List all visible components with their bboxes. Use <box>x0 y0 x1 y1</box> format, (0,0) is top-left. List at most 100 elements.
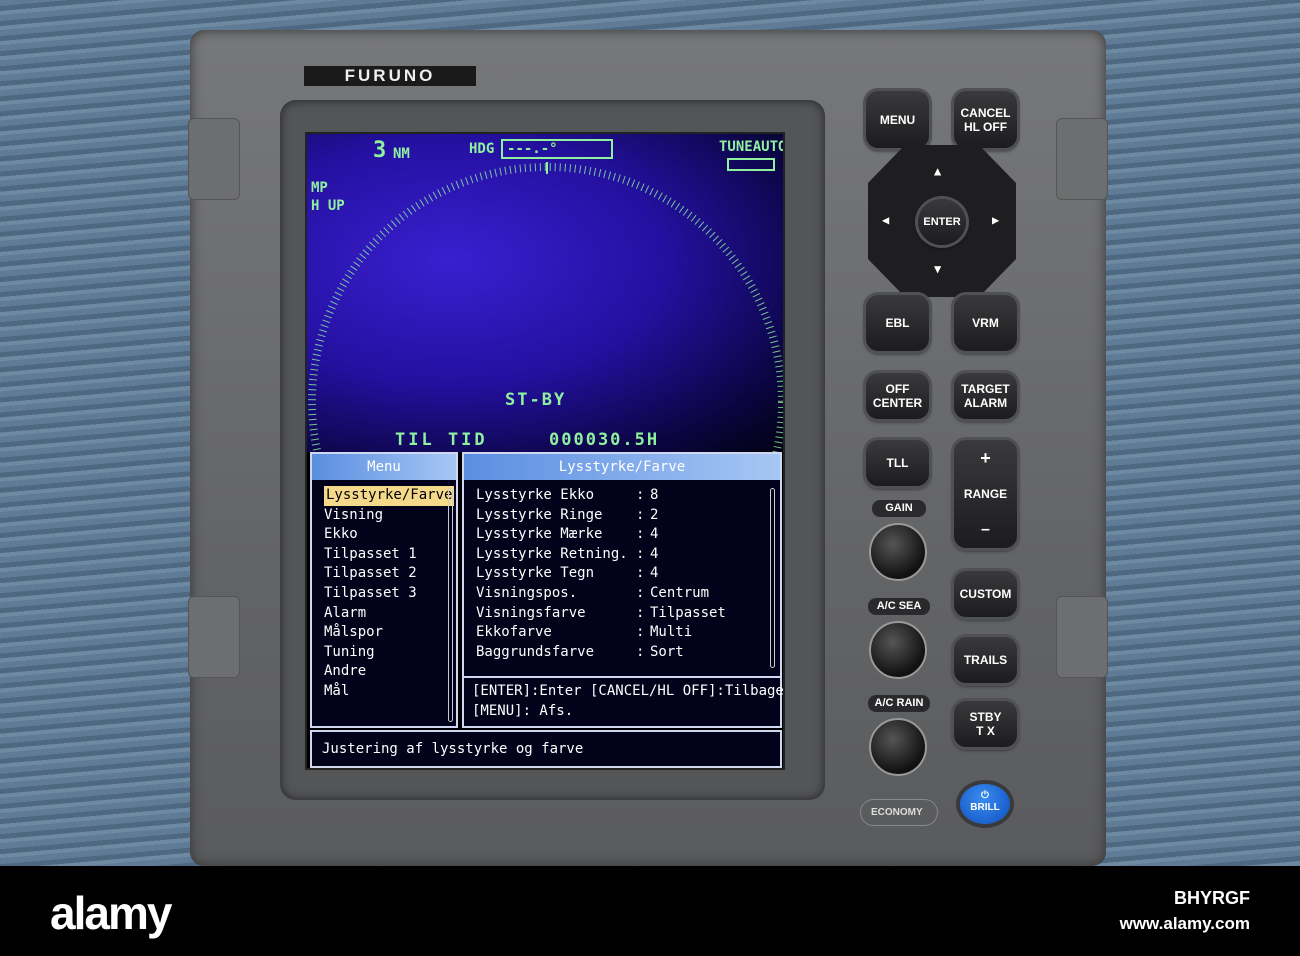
menu-item[interactable]: Tuning <box>324 643 456 663</box>
submenu-title: Lysstyrke/Farve <box>464 454 780 480</box>
menu-panel: Menu Lysstyrke/Farve Visning Ekko Tilpasset… <box>310 452 458 728</box>
setting-row[interactable]: Lysstyrke Tegn:4 <box>476 564 780 584</box>
hl-off-label: HL OFF <box>963 119 1008 134</box>
menu-item[interactable]: Tilpasset 1 <box>324 545 456 565</box>
menu-item[interactable]: Tilpasset 2 <box>324 564 456 584</box>
menu-item[interactable]: Andre <box>324 662 456 682</box>
tx-label: T X <box>976 724 995 738</box>
mode-mp: MP <box>311 180 328 196</box>
setting-row[interactable]: Ekkofarve: Multi <box>476 623 780 643</box>
radar-display: 3 NM MP H UP HDG ---.-° TUNEAUTO ST-BY T… <box>307 134 785 452</box>
setting-value: 4 <box>650 565 659 582</box>
off-center-button[interactable]: OFF CENTER <box>866 373 929 419</box>
setting-value: 8 <box>650 487 659 503</box>
setting-value: 4 <box>650 545 659 562</box>
menu-item-label: Ekko <box>324 526 358 543</box>
bracket-tab <box>188 596 240 678</box>
menu-item[interactable]: Ekko <box>324 525 456 545</box>
brill-label: BRILL <box>970 802 1000 813</box>
ebl-button[interactable]: EBL <box>866 295 929 351</box>
menu-item[interactable]: Mål <box>324 682 456 702</box>
stby-label: STBY <box>969 710 1002 724</box>
menu-item-label: Alarm <box>324 604 367 621</box>
tll-button[interactable]: TLL <box>866 440 929 486</box>
heading-mode: H UP <box>311 198 345 214</box>
setting-row[interactable]: Visningspos.: Centrum <box>476 584 780 604</box>
setting-label: Lysstyrke Ekko <box>476 487 595 503</box>
timer-label: TIL TID <box>395 430 488 450</box>
menu-scrollbar[interactable] <box>448 488 453 722</box>
setting-value: Sort <box>650 643 684 660</box>
ac-rain-knob[interactable] <box>869 718 927 776</box>
submenu-scrollbar[interactable] <box>770 488 775 668</box>
setting-label: Lysstyrke Tegn <box>476 565 595 582</box>
menu-item-label: Andre <box>324 663 367 680</box>
range-button[interactable]: + RANGE – <box>954 440 1017 548</box>
ac-sea-knob[interactable] <box>869 621 927 679</box>
economy-indicator: ECONOMY <box>860 799 938 826</box>
menu-item-label: Tuning <box>324 643 375 660</box>
separator: : <box>636 545 645 562</box>
setting-value: Tilpasset <box>650 604 726 621</box>
setting-label: Baggrundsfarve <box>476 643 595 660</box>
setting-value: Multi <box>650 624 693 641</box>
range-unit: NM <box>393 146 410 162</box>
target-alarm-button[interactable]: TARGET ALARM <box>954 373 1017 419</box>
menu-item-label: Tilpasset 3 <box>324 584 417 601</box>
tune-mode: TUNEAUTO <box>719 139 785 155</box>
setting-row[interactable]: Visningsfarve: Tilpasset <box>476 604 780 624</box>
gain-knob[interactable] <box>869 523 927 581</box>
arrow-down-icon[interactable]: ▼ <box>934 262 941 276</box>
menu-item-label: Målspor <box>324 624 384 641</box>
center-label: CENTER <box>872 396 923 410</box>
power-icon: ⏻ <box>981 790 989 801</box>
setting-label: Visningsfarve <box>476 604 586 621</box>
separator: : <box>636 506 645 523</box>
arrow-up-icon[interactable]: ▲ <box>934 164 941 178</box>
setting-label: Ekkofarve <box>476 624 552 641</box>
off-label: OFF <box>885 382 910 396</box>
timer-value: 000030.5H <box>549 430 660 450</box>
separator: : <box>636 604 645 621</box>
setting-row[interactable]: Lysstyrke Ringe:2 <box>476 506 780 526</box>
range-minus[interactable]: – <box>981 522 990 538</box>
range-plus[interactable]: + <box>980 449 991 467</box>
menu-item[interactable]: Tilpasset 3 <box>324 584 456 604</box>
brill-power-button[interactable]: ⏻ BRILL <box>960 784 1010 824</box>
range-value: 3 <box>373 138 387 163</box>
menu-item-label: Tilpasset 1 <box>324 545 417 562</box>
cancel-label: CANCEL <box>960 105 1011 120</box>
arrow-right-icon[interactable]: ▶ <box>992 213 999 227</box>
arrow-left-icon[interactable]: ◀ <box>882 213 889 227</box>
vrm-button[interactable]: VRM <box>954 295 1017 351</box>
menu-item[interactable]: Visning <box>324 506 456 526</box>
setting-row[interactable]: Lysstyrke Retning.:4 <box>476 545 780 565</box>
menu-item-label: Lysstyrke/Farve <box>324 486 455 506</box>
bracket-tab <box>1056 118 1108 200</box>
hdg-value: ---.-° <box>507 141 558 157</box>
ac-rain-label: A/C RAIN <box>868 695 930 712</box>
submenu-panel: Lysstyrke/Farve Lysstyrke Ekko:8 Lysstyrk… <box>462 452 783 728</box>
menu-item[interactable]: Alarm <box>324 604 456 624</box>
menu-button[interactable]: MENU <box>866 91 929 148</box>
radar-screen: 3 NM MP H UP HDG ---.-° TUNEAUTO ST-BY T… <box>305 132 785 770</box>
target-label: TARGET <box>961 382 1010 396</box>
cancel-hl-off-button[interactable]: CANCEL HL OFF <box>954 91 1017 148</box>
setting-row[interactable]: Baggrundsfarve: Sort <box>476 643 780 663</box>
status-text: Justering af lysstyrke og farve <box>322 741 584 757</box>
menu-item-label: Mål <box>324 682 350 699</box>
menu-item[interactable]: Målspor <box>324 623 456 643</box>
menu-item[interactable]: Lysstyrke/Farve <box>324 486 456 506</box>
tune-bar <box>727 158 775 171</box>
stby-tx-button[interactable]: STBY T X <box>954 701 1017 747</box>
separator: : <box>636 565 645 582</box>
custom-button[interactable]: CUSTOM <box>954 571 1017 617</box>
trails-button[interactable]: TRAILS <box>954 637 1017 683</box>
setting-row[interactable]: Lysstyrke Ekko:8 <box>476 486 780 506</box>
setting-label: Visningspos. <box>476 584 578 601</box>
furuno-logo: FURUNO <box>304 66 476 86</box>
hint-line-2: [MENU]: Afs. <box>472 702 574 719</box>
setting-row[interactable]: Lysstyrke Mærke:4 <box>476 525 780 545</box>
enter-button[interactable]: ENTER <box>918 199 966 245</box>
alarm-label: ALARM <box>963 396 1008 410</box>
